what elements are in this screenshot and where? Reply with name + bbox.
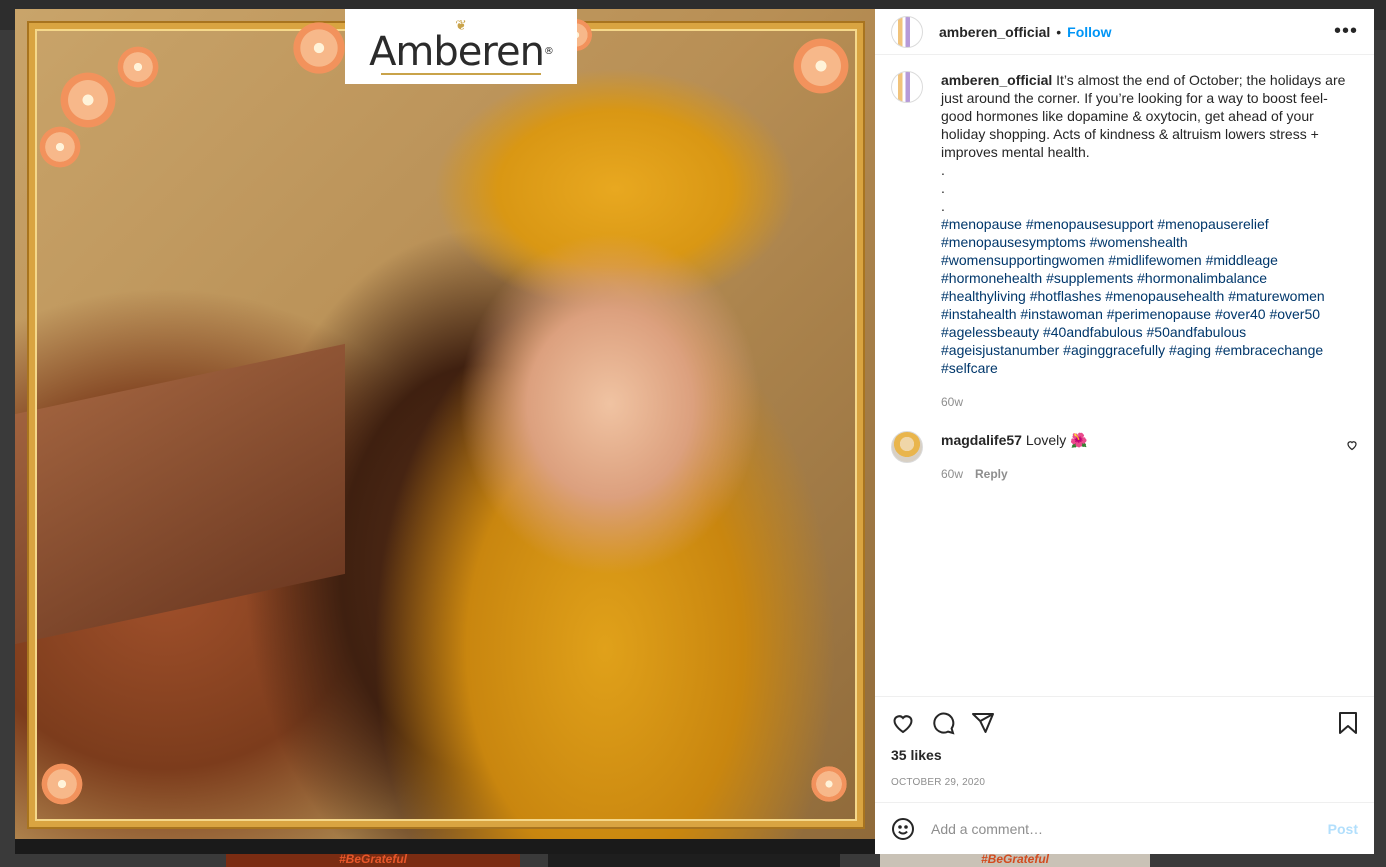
background-post-tile[interactable] [548,852,840,867]
flower-decoration [115,44,161,90]
caption-hashtags[interactable]: #menopause #menopausesupport #menopauser… [941,215,1351,377]
post-modal: ❦ Amberen® amberen_official • Follow •••… [15,9,1374,854]
flower-decoration [290,19,348,77]
amberen-logo: ❦ Amberen® [345,9,577,84]
logo-underline [381,72,541,75]
flower-decoration [57,69,119,131]
share-send-icon[interactable] [971,711,995,735]
post-button[interactable]: Post [1328,821,1358,837]
caption-text: It’s almost the end of October; the holi… [941,72,1346,214]
post-actions: 35 likes OCTOBER 29, 2020 [875,696,1374,802]
like-heart-icon[interactable] [891,711,915,735]
flower-decoration [37,124,83,170]
comment-like-heart-icon[interactable] [1346,439,1358,454]
flower-decoration [790,35,852,97]
post-details-panel: amberen_official • Follow ••• amberen_of… [875,9,1374,854]
background-post-tile[interactable]: #BeGrateful [880,852,1150,867]
flower-decoration [809,764,849,804]
likes-count[interactable]: 35 likes [891,747,1358,763]
reply-button[interactable]: Reply [975,465,1008,483]
comment-username[interactable]: magdalife57 [941,432,1022,448]
emoji-smile-icon[interactable] [891,817,915,841]
more-options-icon[interactable]: ••• [1334,20,1358,43]
comments-list[interactable]: amberen_official It’s almost the end of … [875,55,1374,696]
separator-dot: • [1056,23,1062,40]
add-comment-bar: Post [875,802,1374,854]
header-username[interactable]: amberen_official [939,24,1050,40]
comment-input[interactable] [931,820,1328,837]
flower-decoration [39,761,85,807]
post-date[interactable]: OCTOBER 29, 2020 [891,777,1358,788]
post-header: amberen_official • Follow ••• [875,9,1374,55]
avatar[interactable] [891,71,923,103]
gold-frame [29,23,863,827]
comment-text: Lovely 🌺 [1025,432,1088,448]
comment-item: magdalife57 Lovely 🌺 60w Reply [891,431,1358,483]
caption-username[interactable]: amberen_official [941,72,1052,88]
avatar[interactable] [891,15,923,48]
avatar[interactable] [891,431,923,463]
comment-bubble-icon[interactable] [931,711,955,735]
follow-button[interactable]: Follow [1067,24,1111,40]
logo-text: Amberen [369,28,545,75]
background-post-tile[interactable]: #BeGrateful [226,852,520,867]
comment-age[interactable]: 60w [941,465,963,483]
caption: amberen_official It’s almost the end of … [891,71,1358,411]
caption-age[interactable]: 60w [941,393,963,411]
registered-mark: ® [543,45,554,57]
post-image[interactable]: ❦ Amberen® [15,9,875,854]
save-bookmark-icon[interactable] [1338,711,1358,735]
